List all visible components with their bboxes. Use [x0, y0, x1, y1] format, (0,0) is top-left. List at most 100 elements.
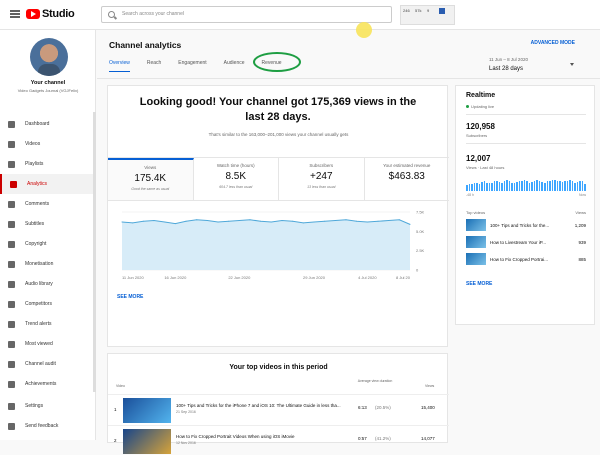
realtime-bar[interactable] — [521, 180, 523, 191]
realtime-bar[interactable] — [543, 182, 546, 191]
realtime-bar[interactable] — [554, 179, 556, 191]
realtime-bar[interactable] — [501, 182, 503, 191]
sidebar-item-videos[interactable]: Videos — [0, 134, 96, 154]
video-thumbnail[interactable] — [123, 398, 171, 423]
kpi-card[interactable]: Subscribers +247 13 less than usual — [279, 158, 365, 200]
data-point[interactable] — [217, 221, 219, 223]
realtime-bar[interactable] — [466, 185, 468, 191]
realtime-bar[interactable] — [546, 181, 549, 191]
realtime-bar[interactable] — [564, 181, 566, 191]
search-input[interactable]: Search across your channel — [101, 6, 392, 23]
kpi-card[interactable]: Your estimated revenue $463.83 — [365, 158, 450, 200]
realtime-bar[interactable] — [476, 183, 478, 191]
sidebar-item-most-viewed[interactable]: Most viewed — [0, 334, 96, 354]
realtime-bar[interactable] — [526, 181, 528, 191]
sidebar-item-achievements[interactable]: Achievements — [0, 374, 96, 394]
video-thumbnail[interactable] — [466, 219, 486, 231]
realtime-bar[interactable] — [584, 183, 586, 191]
studio-logo[interactable]: Studio — [26, 8, 75, 20]
sidebar-item-dashboard[interactable]: Dashboard — [0, 114, 96, 134]
data-point[interactable] — [238, 220, 240, 222]
data-point[interactable] — [164, 221, 166, 223]
realtime-bar[interactable] — [579, 181, 581, 191]
realtime-bar[interactable] — [491, 182, 493, 191]
data-point[interactable] — [174, 223, 176, 225]
video-title[interactable]: How to Livestream Your iP... — [490, 240, 572, 245]
realtime-bar[interactable] — [496, 180, 498, 191]
date-range[interactable]: 11 Jun – 8 Jul 2020 — [489, 57, 528, 62]
realtime-bar[interactable] — [549, 180, 551, 191]
data-point[interactable] — [292, 220, 294, 222]
realtime-bar[interactable] — [516, 182, 518, 191]
realtime-bar[interactable] — [488, 183, 491, 191]
data-point[interactable] — [356, 220, 358, 222]
realtime-bar[interactable] — [581, 180, 584, 191]
realtime-bar[interactable] — [559, 181, 561, 191]
realtime-bar[interactable] — [468, 183, 471, 191]
sidebar-item-subtitles[interactable]: Subtitles — [0, 214, 96, 234]
table-row[interactable]: 1 100+ Tips and Tricks for the iPhone 7 a… — [108, 394, 449, 424]
sidebar-item-trend-alerts[interactable]: Trend alerts — [0, 314, 96, 334]
data-point[interactable] — [334, 220, 336, 222]
realtime-bar[interactable] — [574, 182, 576, 191]
realtime-bar[interactable] — [523, 180, 526, 191]
realtime-bar[interactable] — [538, 181, 541, 191]
chevron-down-icon[interactable] — [570, 63, 574, 66]
tab-audience[interactable]: Audience — [224, 60, 245, 72]
realtime-bar[interactable] — [511, 182, 513, 191]
sidebar-item-settings[interactable]: Settings — [0, 396, 96, 416]
realtime-bar[interactable] — [503, 181, 506, 191]
realtime-bar[interactable] — [471, 184, 473, 191]
video-title[interactable]: 100+ Tips and Tricks for the iPhone 7 an… — [176, 403, 356, 408]
data-point[interactable] — [132, 222, 134, 224]
tab-overview[interactable]: Overview — [109, 60, 130, 72]
data-point[interactable] — [185, 220, 187, 222]
sidebar-item-copyright[interactable]: Copyright — [0, 234, 96, 254]
realtime-bar[interactable] — [566, 180, 569, 191]
video-thumbnail[interactable] — [123, 429, 171, 454]
realtime-bar[interactable] — [486, 182, 488, 191]
realtime-bar[interactable] — [508, 180, 511, 191]
realtime-bar[interactable] — [493, 181, 496, 191]
data-point[interactable] — [121, 221, 123, 223]
realtime-bar[interactable] — [541, 182, 543, 191]
realtime-bar[interactable] — [556, 180, 559, 191]
sidebar-item-comments[interactable]: Comments — [0, 194, 96, 214]
sidebar-item-competitors[interactable]: Competitors — [0, 294, 96, 314]
realtime-bar[interactable] — [551, 180, 554, 191]
sidebar-item-playlists[interactable]: Playlists — [0, 154, 96, 174]
realtime-bar[interactable] — [531, 182, 533, 191]
avatar[interactable] — [30, 38, 68, 76]
realtime-bar[interactable] — [571, 181, 574, 191]
sidebar-item-audio-library[interactable]: Audio library — [0, 274, 96, 294]
realtime-bar[interactable] — [561, 182, 564, 191]
realtime-bar[interactable] — [533, 180, 536, 191]
data-point[interactable] — [153, 220, 155, 222]
data-point[interactable] — [260, 220, 262, 222]
data-point[interactable] — [377, 220, 379, 222]
realtime-video-row[interactable]: How to Fix Cropped Portrai... 885 — [466, 252, 586, 266]
create-icon[interactable] — [439, 8, 445, 14]
sidebar-item-channel-audit[interactable]: Channel audit — [0, 354, 96, 374]
video-title[interactable]: How to Fix Cropped Portrait Videos When … — [176, 434, 356, 439]
realtime-bar[interactable] — [518, 181, 521, 191]
data-point[interactable] — [388, 220, 390, 222]
video-thumbnail[interactable] — [466, 253, 486, 265]
menu-icon[interactable] — [10, 10, 20, 18]
realtime-bar[interactable] — [481, 182, 483, 191]
realtime-bar[interactable] — [576, 182, 579, 191]
sidebar-item-monetisation[interactable]: Monetisation — [0, 254, 96, 274]
browser-extension-widget[interactable]: 246 57k 9 — [400, 5, 455, 25]
data-point[interactable] — [228, 220, 230, 222]
data-point[interactable] — [324, 220, 326, 222]
sidebar-item-analytics[interactable]: Analytics — [0, 174, 96, 194]
kpi-card[interactable]: Watch time (hours) 8.5K 604.7 less than us… — [194, 158, 279, 200]
data-point[interactable] — [249, 219, 251, 221]
realtime-bar[interactable] — [536, 180, 538, 191]
data-point[interactable] — [142, 220, 144, 222]
see-more-link[interactable]: SEE MORE — [117, 294, 143, 300]
realtime-bar[interactable] — [478, 183, 481, 191]
table-row[interactable]: 2 How to Fix Cropped Portrait Videos When… — [108, 425, 449, 455]
kpi-card[interactable]: Views 175.4K Good the same as usual — [108, 158, 194, 200]
realtime-bar[interactable] — [473, 182, 476, 191]
